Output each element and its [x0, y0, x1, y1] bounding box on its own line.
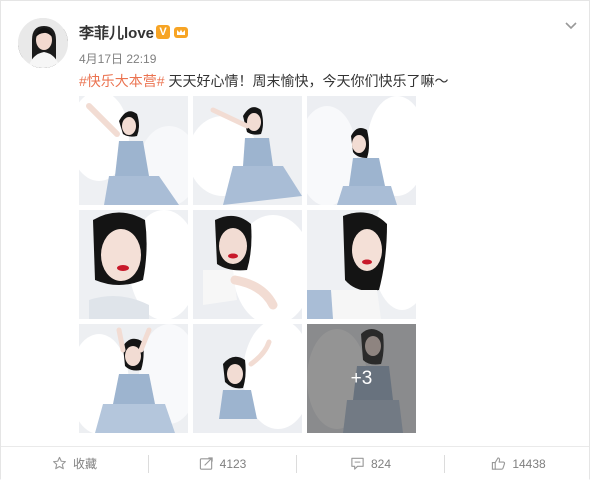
share-icon: [199, 457, 213, 470]
star-icon: [53, 456, 66, 470]
username[interactable]: 李菲儿love: [79, 22, 154, 43]
repost-button[interactable]: 4123: [149, 447, 296, 480]
post-timestamp[interactable]: 4月17日 22:19: [79, 50, 156, 67]
like-button[interactable]: 14438: [445, 447, 590, 480]
photo-thumbnail[interactable]: [193, 324, 302, 433]
favorite-label: 收藏: [72, 457, 97, 471]
photo-thumbnail[interactable]: [79, 324, 188, 433]
chevron-down-icon[interactable]: [562, 16, 580, 34]
avatar[interactable]: [18, 18, 68, 68]
verified-badge-icon[interactable]: V: [156, 25, 170, 39]
hashtag-link[interactable]: #快乐大本营#: [79, 73, 165, 89]
repost-count: 4123: [219, 456, 247, 471]
photo-thumbnail-more[interactable]: +3: [307, 324, 416, 433]
photo-thumbnail[interactable]: [193, 210, 302, 319]
member-crown-icon[interactable]: [173, 24, 189, 40]
photo-grid: +3: [79, 96, 417, 434]
thumbs-up-icon: [492, 457, 506, 470]
photo-thumbnail[interactable]: [79, 210, 188, 319]
post-body: 天天好心情！周末愉快，今天你们快乐了嘛～: [164, 73, 449, 89]
photo-thumbnail[interactable]: [79, 96, 188, 205]
post-text: #快乐大本营# 天天好心情！周末愉快，今天你们快乐了嘛～: [79, 71, 448, 91]
comment-count: 824: [370, 456, 392, 471]
like-count: 14438: [512, 456, 546, 471]
favorite-button[interactable]: 收藏: [1, 447, 148, 480]
weibo-post-card: 李菲儿love V 4月17日 22:19 #快乐大本营# 天天好心情！周末愉快…: [0, 0, 590, 480]
more-photos-count: +3: [307, 324, 416, 433]
comment-icon: [351, 457, 364, 470]
comment-button[interactable]: 824: [297, 447, 444, 480]
action-bar: 收藏 4123 824 14438: [1, 446, 589, 480]
photo-thumbnail[interactable]: [307, 210, 416, 319]
photo-thumbnail[interactable]: [193, 96, 302, 205]
photo-thumbnail[interactable]: [307, 96, 416, 205]
